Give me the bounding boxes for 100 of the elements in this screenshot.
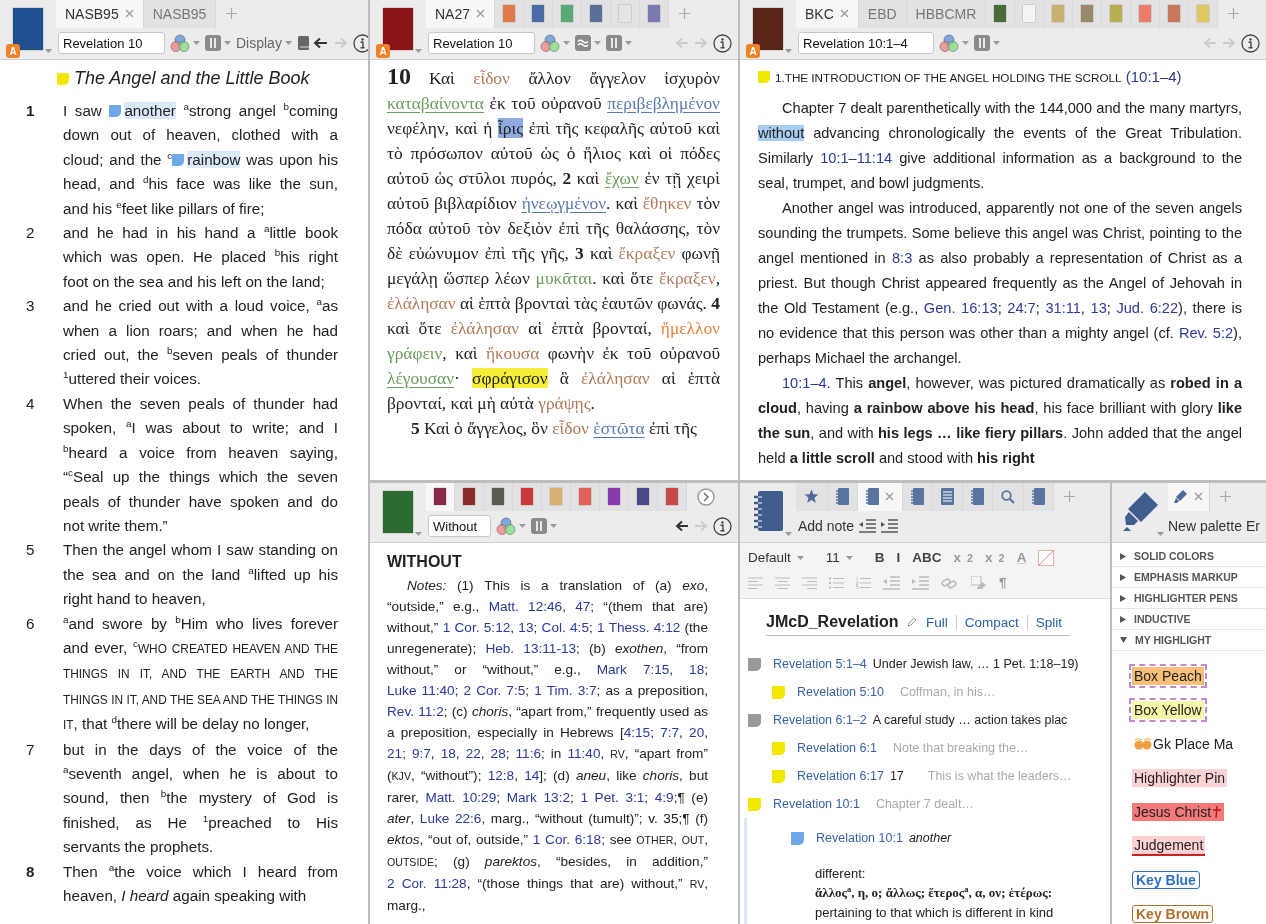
note-reference-link[interactable]: Revelation 5:10: [797, 685, 884, 699]
reference-link[interactable]: 10:1–4: [782, 375, 827, 391]
tab[interactable]: [484, 483, 513, 511]
highlight-style[interactable]: Judgement: [1132, 836, 1206, 856]
reference-link[interactable]: 31:11: [1045, 300, 1081, 316]
close-icon[interactable]: [476, 9, 486, 19]
reference-link[interactable]: 18: [440, 746, 456, 761]
close-icon[interactable]: [885, 492, 894, 502]
tab[interactable]: [858, 483, 903, 511]
reference-field[interactable]: Without: [428, 515, 491, 538]
info-button[interactable]: [1241, 33, 1260, 53]
note-icon[interactable]: [172, 153, 185, 166]
dropdown[interactable]: 11: [823, 550, 855, 565]
reference-link[interactable]: 14: [524, 768, 540, 783]
reference-link[interactable]: 28: [490, 746, 506, 761]
outdent-button[interactable]: [859, 519, 877, 534]
info-button[interactable]: [713, 516, 732, 536]
highlighted-word[interactable]: without: [758, 125, 805, 141]
tab[interactable]: [903, 483, 933, 511]
format-button[interactable]: ABC: [910, 550, 944, 565]
reference-link[interactable]: Gen. 16:13: [923, 300, 998, 316]
tab[interactable]: [629, 483, 658, 511]
reference-link[interactable]: 7:7: [660, 725, 680, 740]
tab[interactable]: [658, 483, 687, 511]
tab[interactable]: [600, 483, 629, 511]
tab[interactable]: [828, 483, 858, 511]
reference-link[interactable]: Rev. 11:2: [387, 704, 444, 719]
note-icon[interactable]: [109, 105, 122, 117]
reference-field[interactable]: Revelation 10: [58, 32, 165, 55]
tab[interactable]: NA27: [426, 0, 496, 28]
tab[interactable]: NASB95: [56, 0, 144, 28]
note-reference-link[interactable]: Revelation 5:1–4: [773, 657, 867, 671]
resource-links-button[interactable]: [496, 516, 526, 536]
tab[interactable]: [993, 483, 1024, 511]
view-link[interactable]: Compact: [955, 615, 1027, 630]
resource-links-button[interactable]: [540, 33, 570, 53]
info-button[interactable]: [713, 33, 732, 53]
reference-link[interactable]: 24:7: [1007, 300, 1036, 316]
tab[interactable]: HBBCMR: [906, 0, 987, 28]
highlight-style[interactable]: Box Peach: [1132, 667, 1204, 685]
reference-link[interactable]: 10:1–11:14: [820, 150, 893, 166]
parallel-resources-button[interactable]: [974, 35, 1000, 52]
tab[interactable]: [1024, 483, 1054, 511]
tab[interactable]: [796, 483, 828, 511]
reference-link[interactable]: 2 Cor. 11:28: [387, 876, 467, 891]
resource-links-button[interactable]: [170, 33, 200, 53]
interlinear-button[interactable]: [575, 35, 601, 52]
indent-button[interactable]: [881, 519, 899, 534]
info-button[interactable]: [352, 33, 368, 53]
reference-field[interactable]: Revelation 10:1–4: [798, 32, 934, 55]
tab[interactable]: [986, 0, 1016, 28]
tab[interactable]: [933, 483, 963, 511]
reference-link[interactable]: 4:9: [654, 790, 674, 805]
display-menu[interactable]: Display: [236, 35, 292, 52]
highlight-style[interactable]: Key Blue: [1132, 871, 1200, 889]
reference-link[interactable]: 11:6: [515, 746, 541, 761]
tab[interactable]: [582, 0, 612, 28]
format-button[interactable]: B: [872, 550, 887, 565]
dropdown[interactable]: Default: [746, 550, 806, 565]
parallel-resources-button[interactable]: [606, 35, 632, 52]
reference-link[interactable]: 1 Tim. 3:7: [534, 683, 597, 698]
highlight-style[interactable]: Jesus Christ: [1132, 803, 1225, 821]
highlighter-icon[interactable]: [1121, 491, 1159, 533]
reference-link[interactable]: Col. 4:5: [541, 620, 589, 635]
highlight-style[interactable]: Box Yellow: [1132, 701, 1204, 719]
tab[interactable]: [426, 483, 455, 511]
reference-link[interactable]: 22: [465, 746, 481, 761]
back-button[interactable]: [675, 520, 689, 533]
tab[interactable]: BKC: [796, 0, 859, 28]
reference-link[interactable]: Rev. 5:2: [1178, 325, 1234, 341]
notebook-icon[interactable]: [753, 491, 783, 531]
reference-link[interactable]: 8:3: [892, 250, 913, 266]
reference-link[interactable]: Mark 13:2: [506, 790, 570, 805]
reference-link[interactable]: 13: [1090, 300, 1107, 316]
parallel-resources-button[interactable]: [205, 35, 231, 52]
highlighted-word[interactable]: ἶρις: [498, 118, 524, 138]
tab[interactable]: NASB95: [143, 0, 217, 28]
note-reference-link[interactable]: Revelation 10:1: [816, 831, 903, 845]
close-icon[interactable]: [124, 9, 134, 19]
highlight-style[interactable]: Highlighter Pin: [1132, 769, 1228, 787]
note-reference-link[interactable]: Revelation 6:17: [797, 769, 884, 783]
reference-link[interactable]: Jud. 6:22: [1116, 300, 1179, 316]
note-reference-link[interactable]: Revelation 6:1–2: [773, 713, 867, 727]
parallel-resources-button[interactable]: [531, 518, 557, 535]
note-reference-link[interactable]: Revelation 6:1: [797, 741, 877, 755]
pencil-icon[interactable]: [906, 617, 917, 627]
highlight-style[interactable]: Gk Place Ma: [1132, 735, 1236, 753]
tab[interactable]: [640, 0, 670, 28]
close-icon[interactable]: [1194, 492, 1203, 502]
tab[interactable]: [524, 0, 554, 28]
toolbar-button[interactable]: Er: [1245, 518, 1260, 535]
tab[interactable]: [963, 483, 993, 511]
highlighted-word[interactable]: another: [124, 102, 176, 119]
reference-link[interactable]: Luke 11:40: [387, 683, 455, 698]
tab[interactable]: [455, 483, 484, 511]
highlighted-word[interactable]: rainbow: [187, 150, 241, 168]
highlighted-word[interactable]: σφράγισον: [472, 368, 548, 388]
highlight-style[interactable]: Key Brown: [1132, 905, 1214, 923]
note-reference-link[interactable]: Revelation 10:1: [773, 797, 860, 811]
history-back-button[interactable]: [296, 35, 329, 52]
